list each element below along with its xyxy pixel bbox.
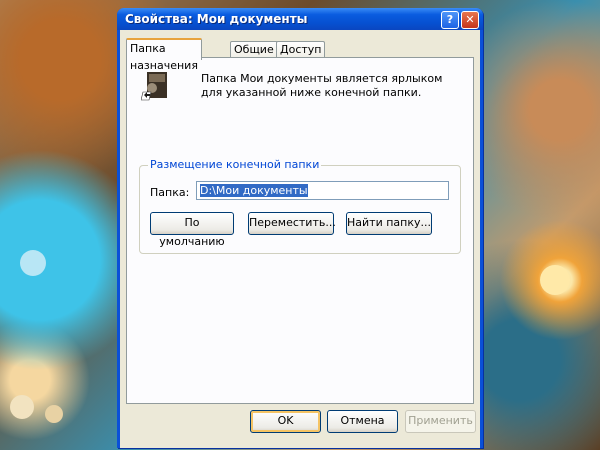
target-location-group: Размещение конечной папки Папка: D:\Мои … [139, 158, 461, 254]
cancel-button[interactable]: Отмена [327, 410, 398, 433]
tab-general[interactable]: Общие [230, 41, 278, 58]
wallpaper-bubble [45, 405, 63, 423]
find-target-button[interactable]: Найти папку... [346, 212, 432, 235]
close-button[interactable]: ✕ [461, 11, 479, 29]
window-title: Свойства: Мои документы [125, 12, 308, 26]
folder-path-selection: D:\Мои документы [200, 184, 308, 197]
dialog-client: Папка назначения Общие Доступ Папка Мои … [120, 30, 480, 448]
group-title: Размещение конечной папки [148, 158, 322, 171]
properties-window: Свойства: Мои документы ? ✕ Папка назнач… [117, 8, 483, 448]
apply-button[interactable]: Применить [405, 410, 476, 433]
ok-button[interactable]: OK [250, 410, 321, 433]
folder-path-input[interactable]: D:\Мои документы [196, 181, 449, 200]
help-button[interactable]: ? [441, 11, 459, 29]
wallpaper-bubble [540, 265, 570, 295]
folder-label: Папка: [150, 186, 190, 199]
tab-target-folder[interactable]: Папка назначения [126, 38, 202, 72]
my-documents-icon [141, 72, 167, 101]
wallpaper-bubble [10, 395, 34, 419]
tab-panel: Папка Мои документы является ярлыком для… [126, 57, 474, 404]
title-bar[interactable]: Свойства: Мои документы ? ✕ [117, 8, 483, 30]
tab-sharing[interactable]: Доступ [276, 41, 326, 58]
move-button[interactable]: Переместить... [248, 212, 336, 235]
restore-default-button[interactable]: По умолчанию [150, 212, 234, 248]
description-text: Папка Мои документы является ярлыком для… [201, 72, 443, 99]
wallpaper-bubble [20, 250, 46, 276]
